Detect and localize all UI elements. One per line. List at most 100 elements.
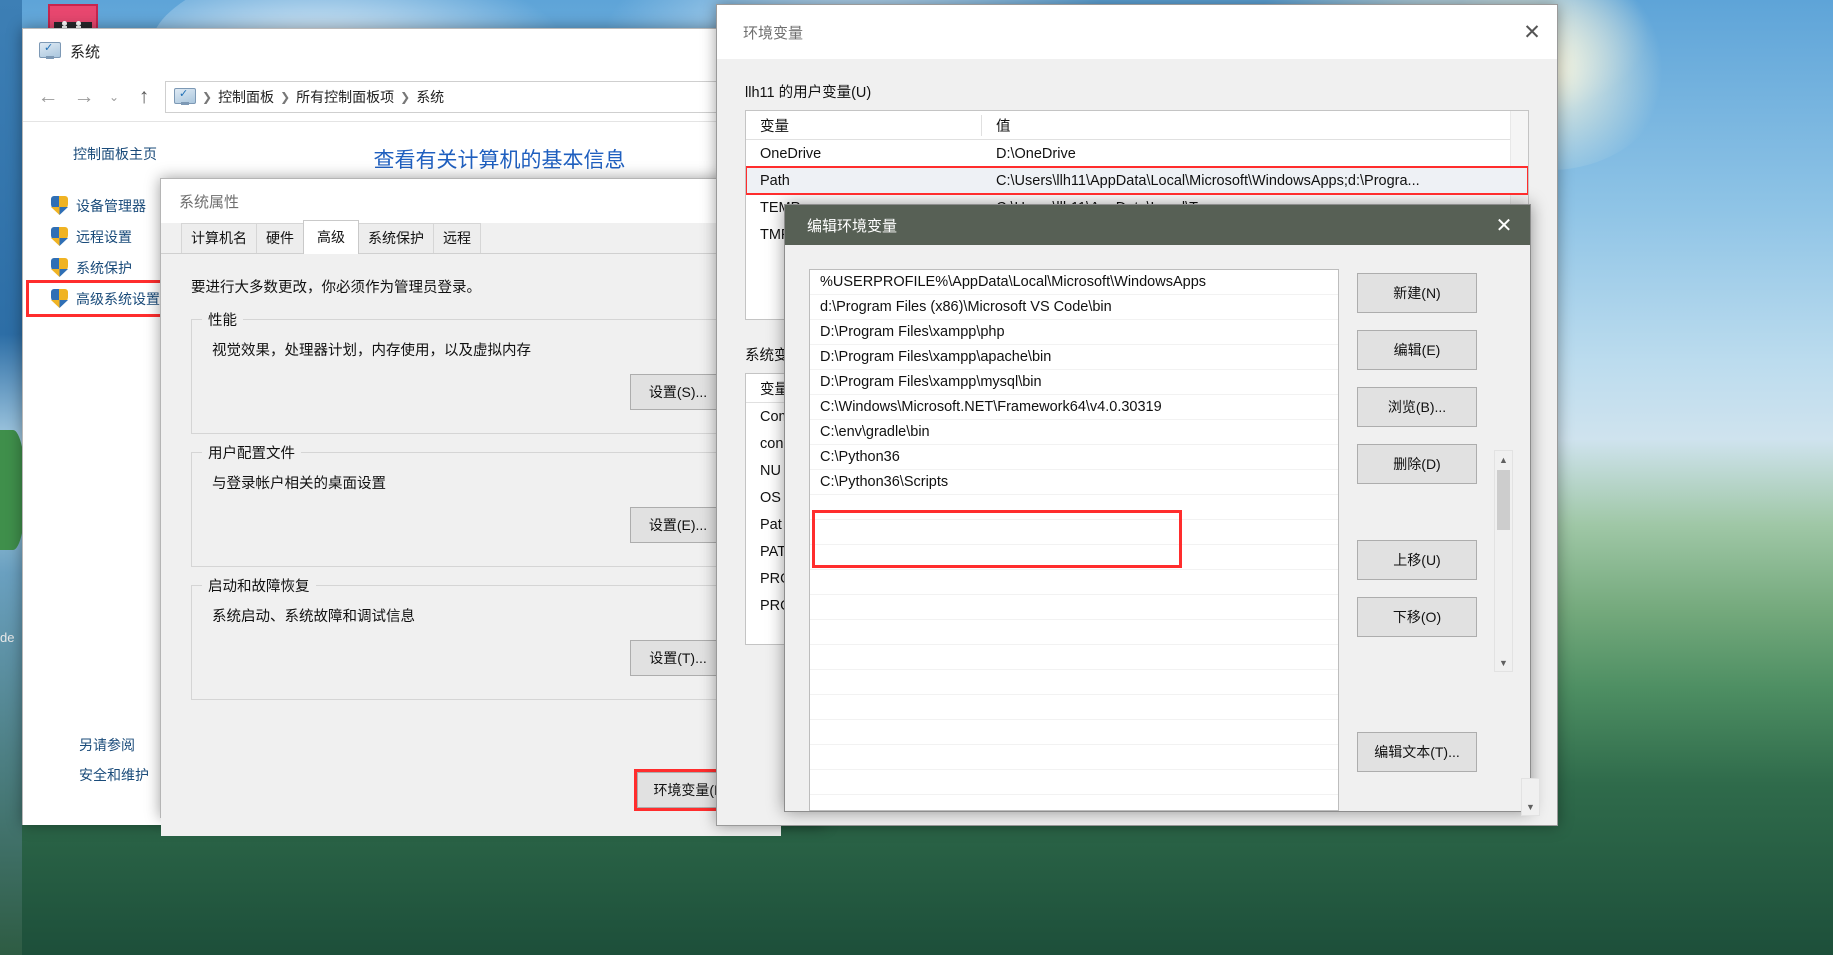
edit-dialog-titlebar: 编辑环境变量 ✕ (785, 205, 1530, 245)
list-item-empty[interactable] (810, 620, 1338, 645)
list-item[interactable]: d:\Program Files (x86)\Microsoft VS Code… (810, 295, 1338, 320)
list-item-empty[interactable] (810, 770, 1338, 795)
startup-recovery-group: 启动和故障恢复 系统启动、系统故障和调试信息 设置(T)... (191, 575, 757, 700)
column-header-variable: 变量 (746, 114, 982, 136)
sidebar-item-remote-settings[interactable]: 远程设置 (23, 221, 166, 252)
see-also-heading: 另请参阅 (79, 737, 135, 753)
table-row[interactable]: OneDrive D:\OneDrive (746, 140, 1528, 167)
tab-hardware[interactable]: 硬件 (256, 223, 304, 253)
list-item-empty[interactable] (810, 720, 1338, 745)
variable-value: D:\OneDrive (996, 145, 1076, 162)
system-properties-titlebar: 系统属性 (161, 179, 781, 223)
breadcrumb-item-control-panel[interactable]: 控制面板 (218, 87, 274, 107)
arrow-left-icon[interactable]: ← (33, 82, 63, 112)
system-monitor-icon: ✓ (39, 42, 61, 60)
group-description: 视觉效果，处理器计划，内存使用，以及虚拟内存 (212, 343, 531, 359)
list-item-empty[interactable] (810, 595, 1338, 620)
move-down-button[interactable]: 下移(O) (1357, 597, 1477, 637)
admin-notice-text: 要进行大多数更改，你必须作为管理员登录。 (191, 280, 481, 296)
scrollbar-thumb[interactable] (1497, 470, 1510, 530)
control-panel-navbar: ← → ⌄ ↑ ✓ ❯ 控制面板 ❯ 所有控制面板项 ❯ 系统 ⌄ (23, 73, 823, 121)
table-row[interactable]: Path C:\Users\llh11\AppData\Local\Micros… (746, 166, 1528, 195)
browse-button[interactable]: 浏览(B)... (1357, 387, 1477, 427)
performance-settings-button[interactable]: 设置(S)... (630, 374, 726, 410)
breadcrumb-item-all-items[interactable]: 所有控制面板项 (296, 87, 394, 107)
system-properties-dialog: 系统属性 计算机名 硬件 高级 系统保护 远程 要进行大多数更改，你必须作为管理… (160, 178, 782, 836)
list-item-empty[interactable] (810, 545, 1338, 570)
scroll-down-icon[interactable]: ▼ (1495, 654, 1512, 671)
edit-dialog-scrollbar[interactable]: ▼ (1521, 778, 1540, 816)
group-description: 与登录帐户相关的桌面设置 (212, 476, 386, 492)
path-entries-list[interactable]: %USERPROFILE%\AppData\Local\Microsoft\Wi… (809, 269, 1339, 811)
variable-name: Path (760, 172, 790, 189)
edit-button[interactable]: 编辑(E) (1357, 330, 1477, 370)
sidebar-item-home[interactable]: 控制面板主页 (23, 144, 166, 190)
edit-text-button[interactable]: 编辑文本(T)... (1357, 732, 1477, 772)
tab-system-protection[interactable]: 系统保护 (358, 223, 434, 253)
breadcrumb-separator: ❯ (202, 90, 213, 104)
sidebar-item-label: 设备管理器 (76, 197, 146, 214)
edit-dialog-button-column: 新建(N) 编辑(E) 浏览(B)... 删除(D) 上移(U) 下移(O) 编… (1357, 269, 1477, 811)
user-profiles-settings-button[interactable]: 设置(E)... (630, 507, 726, 543)
shield-icon (51, 258, 68, 277)
list-item[interactable]: C:\env\gradle\bin (810, 420, 1338, 445)
sidebar-item-device-manager[interactable]: 设备管理器 (23, 190, 166, 221)
list-item[interactable]: C:\Python36\Scripts (810, 470, 1338, 495)
chevron-down-icon[interactable]: ⌄ (105, 82, 123, 112)
tab-remote[interactable]: 远程 (433, 223, 481, 253)
environment-variables-scrollbar[interactable]: ▲ ▼ (1494, 450, 1513, 672)
list-item-empty[interactable] (810, 745, 1338, 770)
close-icon[interactable]: ✕ (1507, 5, 1557, 59)
sidebar-item-advanced-system-settings[interactable]: 高级系统设置 (26, 280, 184, 317)
sidebar-item-label: 系统保护 (76, 259, 132, 276)
desktop-icon-label: de (0, 630, 15, 645)
list-item-empty[interactable] (810, 670, 1338, 695)
list-item[interactable]: D:\Program Files\xampp\apache\bin (810, 345, 1338, 370)
close-icon[interactable]: ✕ (1478, 205, 1530, 245)
move-up-button[interactable]: 上移(U) (1357, 540, 1477, 580)
shield-icon (51, 289, 68, 308)
breadcrumb-item-system[interactable]: 系统 (416, 87, 444, 107)
user-profiles-group: 用户配置文件 与登录帐户相关的桌面设置 设置(E)... (191, 442, 757, 567)
list-item-empty[interactable] (810, 570, 1338, 595)
list-item[interactable]: D:\Program Files\xampp\mysql\bin (810, 370, 1338, 395)
list-item-empty[interactable] (810, 695, 1338, 720)
system-monitor-icon: ✓ (174, 88, 196, 106)
app-icon-dot (62, 21, 67, 26)
control-panel-titlebar: ✓ 系统 (23, 29, 823, 73)
breadcrumb-separator: ❯ (400, 90, 411, 104)
startup-recovery-settings-button[interactable]: 设置(T)... (630, 640, 726, 676)
tab-advanced[interactable]: 高级 (303, 220, 359, 254)
variable-value: C:\Users\llh11\AppData\Local\Microsoft\W… (996, 172, 1420, 189)
list-item[interactable]: C:\Windows\Microsoft.NET\Framework64\v4.… (810, 395, 1338, 420)
list-item-empty[interactable] (810, 495, 1338, 520)
list-item-empty[interactable] (810, 645, 1338, 670)
arrow-up-icon[interactable]: ↑ (129, 82, 159, 112)
list-item[interactable]: D:\Program Files\xampp\php (810, 320, 1338, 345)
breadcrumb-separator: ❯ (280, 90, 291, 104)
dialog-title: 系统属性 (179, 193, 240, 211)
sidebar-item-system-protection[interactable]: 系统保护 (23, 252, 166, 283)
sidebar-item-label: 远程设置 (76, 228, 132, 245)
scroll-up-icon[interactable]: ▲ (1495, 451, 1512, 468)
variable-name: OneDrive (760, 145, 822, 162)
column-header-value: 值 (996, 118, 1011, 135)
arrow-right-icon[interactable]: → (69, 82, 99, 112)
see-also-item-security[interactable]: 安全和维护 (79, 765, 149, 785)
shield-icon (51, 196, 68, 215)
edit-dialog-body: %USERPROFILE%\AppData\Local\Microsoft\Wi… (785, 245, 1530, 811)
dialog-title: 环境变量 (743, 24, 804, 42)
system-properties-body: 要进行大多数更改，你必须作为管理员登录。 性能 视觉效果，处理器计划，内存使用，… (161, 254, 781, 836)
list-item[interactable]: C:\Python36 (810, 445, 1338, 470)
tab-computer-name[interactable]: 计算机名 (181, 223, 257, 253)
performance-group: 性能 视觉效果，处理器计划，内存使用，以及虚拟内存 设置(S)... (191, 309, 757, 434)
delete-button[interactable]: 删除(D) (1357, 444, 1477, 484)
new-button[interactable]: 新建(N) (1357, 273, 1477, 313)
system-properties-tabs: 计算机名 硬件 高级 系统保护 远程 (161, 220, 781, 254)
dialog-title: 编辑环境变量 (807, 217, 898, 235)
window-title: 系统 (70, 43, 101, 61)
scroll-down-icon[interactable]: ▼ (1522, 798, 1539, 815)
edit-environment-variable-dialog: 编辑环境变量 ✕ %USERPROFILE%\AppData\Local\Mic… (784, 204, 1531, 812)
list-item[interactable]: %USERPROFILE%\AppData\Local\Microsoft\Wi… (810, 270, 1338, 295)
list-item-empty[interactable] (810, 520, 1338, 545)
